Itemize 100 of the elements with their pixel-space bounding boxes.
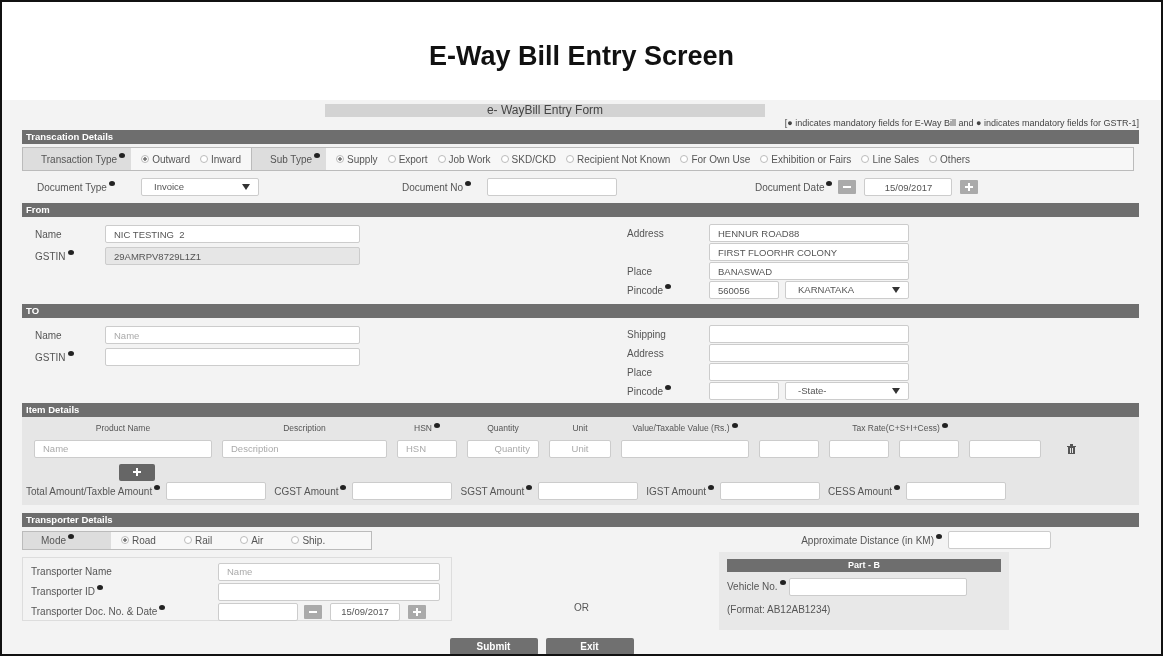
radio-button[interactable] [437, 155, 446, 163]
text-field[interactable] [720, 482, 821, 501]
field-label: Transaction Type [41, 152, 118, 167]
field-label: Document Type [37, 180, 107, 195]
radio-button[interactable] [121, 536, 129, 545]
field-label: Place [627, 264, 652, 279]
dropdown[interactable]: -State- [785, 382, 909, 400]
text-field[interactable] [538, 482, 639, 501]
text-field[interactable] [709, 325, 909, 343]
caret-icon [242, 184, 250, 190]
radio-button[interactable] [291, 536, 300, 545]
text-field[interactable]: Name [218, 562, 440, 581]
field-label: Pincode [627, 283, 664, 298]
dropdown[interactable]: KARNATAKA [785, 281, 909, 299]
text-field[interactable] [759, 439, 819, 458]
section-header: Transporter Details [22, 512, 1139, 527]
caret-icon [892, 287, 900, 293]
radio-button[interactable] [500, 155, 509, 163]
plus-icon [133, 468, 141, 477]
delete-icon[interactable] [1066, 443, 1076, 454]
radio-button[interactable] [760, 155, 769, 163]
add-row-button[interactable] [119, 463, 155, 481]
radio-button[interactable] [336, 155, 345, 163]
text-field[interactable]: Unit [549, 439, 611, 458]
radio-button[interactable] [183, 536, 192, 545]
text-field[interactable]: 560056 [709, 281, 779, 299]
dropdown[interactable]: Invoice [141, 178, 259, 196]
field-label: HSN [414, 422, 432, 435]
field-label: Document No [402, 180, 464, 195]
text-field[interactable]: HENNUR ROAD88 [709, 224, 909, 242]
radio-button[interactable] [199, 155, 208, 163]
text-field[interactable] [621, 439, 749, 458]
radio-label: Air [251, 533, 264, 548]
section-header: Part - B [727, 558, 1001, 572]
text-field[interactable]: HSN [397, 439, 457, 458]
field-label: Quantity [487, 422, 519, 435]
text-field[interactable]: FIRST FLOORHR COLONY [709, 243, 909, 261]
radio-label: Inward [210, 152, 241, 167]
text-field[interactable]: Name [34, 439, 212, 458]
field-label: Name [35, 328, 62, 343]
date-field[interactable]: 15/09/2017 [864, 178, 953, 196]
section-header: Item Details [22, 403, 1139, 417]
text-field[interactable] [105, 348, 360, 366]
text-field[interactable] [709, 363, 909, 381]
text-field[interactable] [709, 344, 909, 362]
increment-button[interactable] [960, 180, 979, 194]
text-field[interactable] [218, 582, 440, 601]
field-label: Address [627, 226, 664, 241]
radio-label: Job Work [448, 152, 491, 167]
radio-button[interactable] [861, 155, 870, 163]
text-field[interactable] [788, 577, 967, 596]
field-label: Place [627, 365, 652, 380]
text-field[interactable]: Quantity [467, 439, 539, 458]
text-field[interactable] [899, 439, 959, 458]
radio-label: For Own Use [691, 152, 751, 167]
field-label: Approximate Distance (in KM) [801, 533, 934, 548]
legend-note: [● indicates mandatory fields for E-Way Bill and ● indicates mandatory fields for GSTR-1] [784, 118, 1139, 128]
minus-icon [309, 610, 317, 613]
increment-button[interactable] [408, 604, 426, 619]
date-field[interactable]: 15/09/2017 [330, 602, 400, 621]
text-field[interactable] [906, 482, 1006, 501]
text-field[interactable]: Description [222, 439, 387, 458]
radio-label: Rail [194, 533, 213, 548]
decrement-button[interactable] [304, 604, 322, 619]
radio-label: Road [132, 533, 156, 548]
text-field[interactable]: NIC TESTING 2 [105, 225, 360, 243]
radio-button[interactable] [680, 155, 689, 163]
section-header: Transcation Details [22, 130, 1139, 144]
radio-button[interactable] [929, 155, 938, 163]
field-label: GSTIN [35, 350, 66, 365]
text-field[interactable]: Name [105, 326, 360, 344]
field-label: Shipping [627, 327, 666, 342]
field-label: GSTIN [35, 249, 66, 264]
text-field[interactable] [487, 178, 617, 196]
radio-label: Others [940, 152, 971, 167]
text-field[interactable] [829, 439, 889, 458]
field-label: CGST Amount [274, 484, 339, 499]
text-field[interactable] [352, 482, 453, 501]
field-label: Transporter Doc. No. & Date [31, 605, 158, 620]
radio-button[interactable] [566, 155, 575, 163]
field-label: Unit [572, 422, 588, 435]
text-field[interactable] [948, 531, 1051, 550]
radio-button[interactable] [240, 536, 249, 545]
text-field[interactable] [969, 439, 1041, 458]
section-header: From [22, 203, 1139, 217]
submit-button[interactable]: Submit [449, 637, 538, 654]
radio-label: Supply [347, 152, 378, 167]
text-field[interactable] [709, 382, 779, 400]
exit-button[interactable]: Exit [545, 637, 634, 654]
format-note: (Format: AB12AB1234) [727, 602, 832, 617]
text-field[interactable] [218, 602, 298, 621]
plus-icon [413, 607, 421, 616]
radio-button[interactable] [141, 155, 150, 163]
text-field[interactable] [166, 482, 267, 501]
text-field[interactable]: BANASWAD [709, 262, 909, 280]
decrement-button[interactable] [838, 180, 857, 194]
radio-label: SKD/CKD [511, 152, 557, 167]
radio-label: Line Sales [872, 152, 920, 167]
radio-button[interactable] [387, 155, 396, 163]
page-title: E-Way Bill Entry Screen [428, 39, 735, 73]
